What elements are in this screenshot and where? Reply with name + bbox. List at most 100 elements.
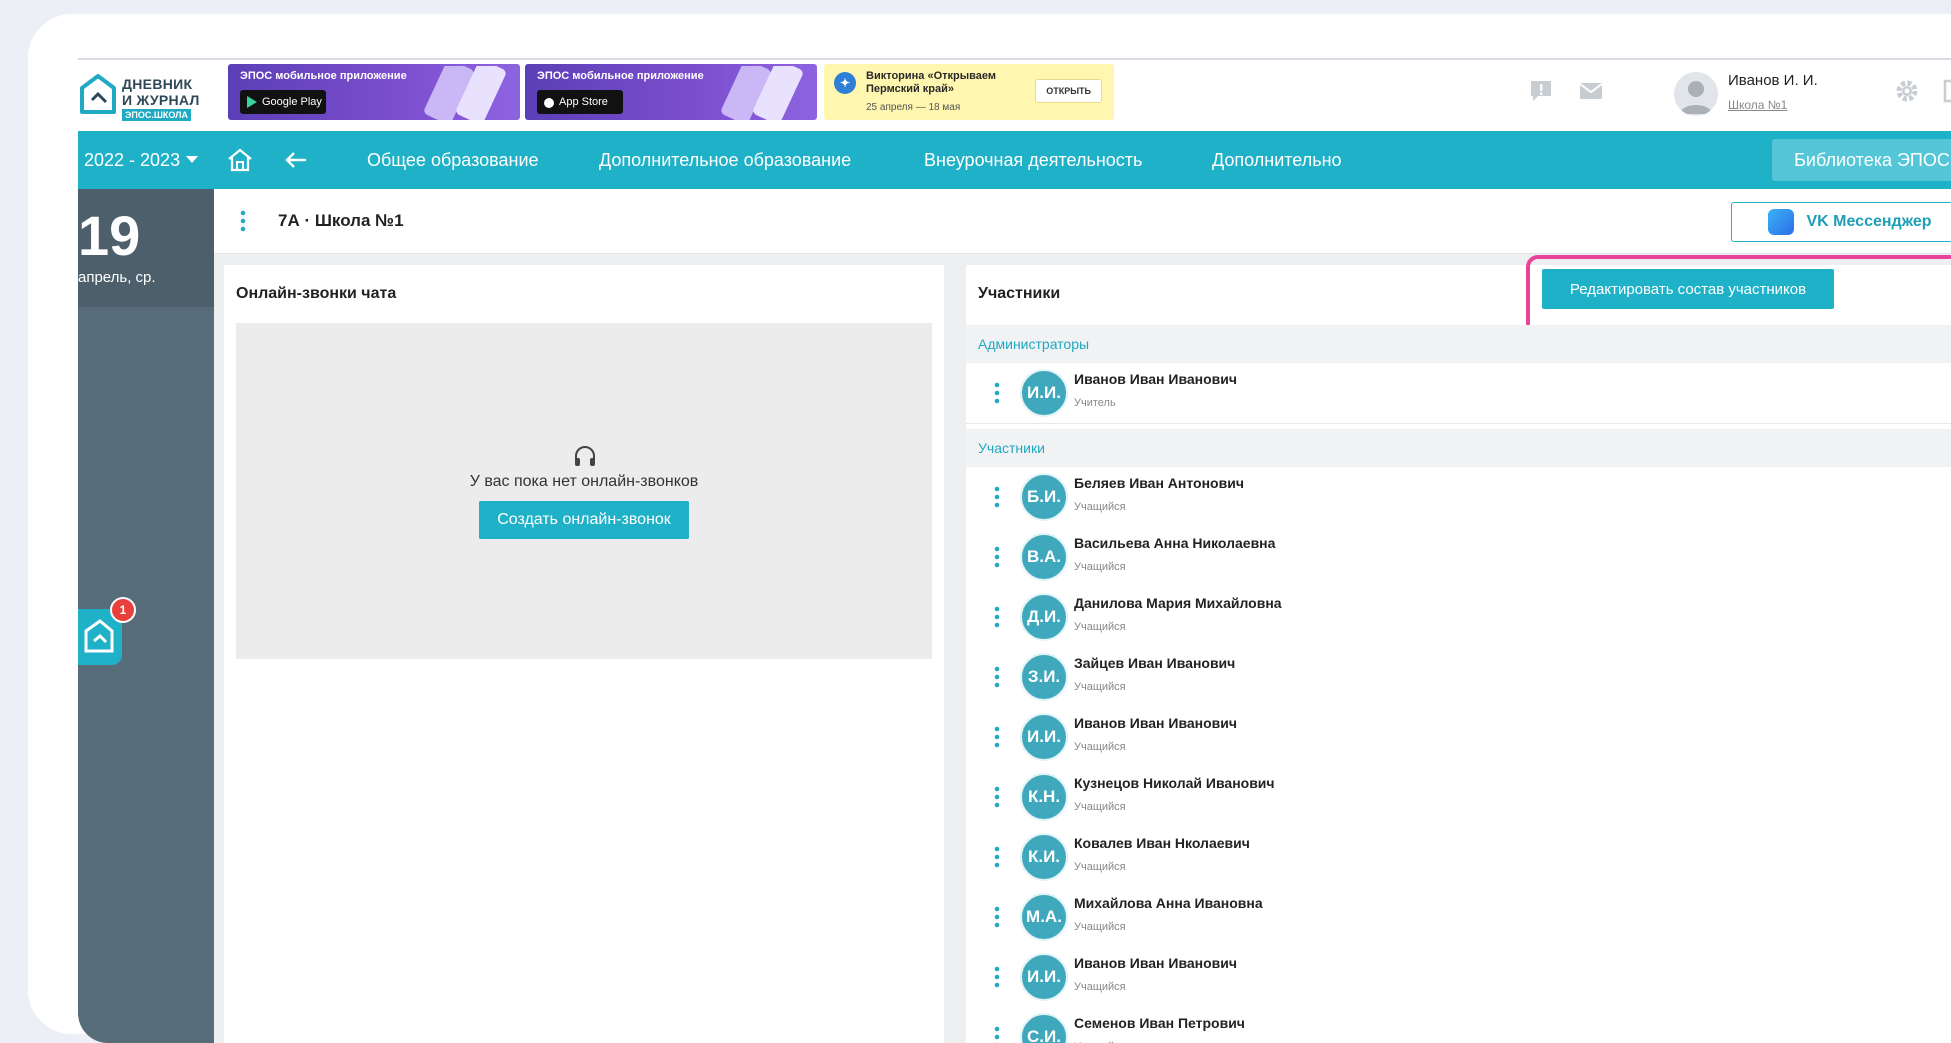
member-row[interactable]: И.И. Иванов Иван Иванович Учащийся	[966, 947, 1951, 1008]
main-nav: 2022 - 2023 Общее образование Дополнител…	[78, 131, 1951, 189]
app-store-banner[interactable]: ЭПОС мобильное приложение App Store	[525, 64, 817, 120]
calls-panel: Онлайн-звонки чата У вас пока нет онлайн…	[224, 265, 944, 1043]
member-avatar: М.А.	[1020, 893, 1068, 941]
member-row[interactable]: В.А. Васильева Анна Николаевна Учащийся	[966, 527, 1951, 588]
member-role: Учащийся	[1074, 861, 1126, 873]
logo-line2: И ЖУРНАЛ	[122, 92, 200, 108]
row-menu-icon[interactable]	[994, 485, 1000, 509]
member-avatar: К.Н.	[1020, 773, 1068, 821]
chat-title: 7А · Школа №1	[278, 211, 404, 231]
vk-messenger-button[interactable]: VK Мессенджер	[1731, 202, 1951, 242]
row-menu-icon[interactable]	[994, 785, 1000, 809]
calls-empty-text: У вас пока нет онлайн-звонков	[236, 473, 932, 491]
member-avatar: К.И.	[1020, 833, 1068, 881]
member-avatar: С.И.	[1020, 1013, 1068, 1043]
chat-menu-icon[interactable]	[240, 209, 246, 233]
member-row[interactable]: С.И. Семенов Иван Петрович Учащийся	[966, 1007, 1951, 1043]
member-avatar: Б.И.	[1020, 473, 1068, 521]
chat-header: 7А · Школа №1 VK Мессенджер	[214, 189, 1951, 254]
nav-additional-education[interactable]: Дополнительное образование	[599, 131, 851, 189]
row-menu-icon[interactable]	[994, 845, 1000, 869]
banner-caption: ЭПОС мобильное приложение	[240, 70, 407, 82]
row-menu-icon[interactable]	[994, 1025, 1000, 1043]
participants-panel: Участники Редактировать состав участнико…	[966, 265, 1951, 1043]
mail-icon[interactable]	[1578, 78, 1604, 104]
member-avatar: Д.И.	[1020, 593, 1068, 641]
participants-title: Участники	[978, 285, 1060, 303]
phones-illustration-icon	[701, 66, 811, 120]
member-row[interactable]: М.А. Михайлова Анна Ивановна Учащийся	[966, 887, 1951, 948]
back-arrow-icon[interactable]	[282, 146, 310, 174]
member-row[interactable]: З.И. Зайцев Иван Иванович Учащийся	[966, 647, 1951, 708]
app-screen: ДНЕВНИК И ЖУРНАЛ ЭПОС.ШКОЛА ЭПОС мобильн…	[78, 58, 1951, 1043]
vk-button-label: VK Мессенджер	[1806, 213, 1931, 231]
logout-icon[interactable]	[1942, 78, 1951, 104]
nav-general-education[interactable]: Общее образование	[367, 131, 539, 189]
edit-participants-button[interactable]: Редактировать состав участников	[1542, 269, 1834, 309]
app-store-badge: App Store	[537, 90, 623, 114]
member-name: Иванов Иван Иванович	[1074, 371, 1237, 387]
quiz-icon: ✦	[834, 72, 856, 94]
vk-messenger-icon	[1768, 209, 1794, 235]
device-frame: ДНЕВНИК И ЖУРНАЛ ЭПОС.ШКОЛА ЭПОС мобильн…	[28, 14, 1951, 1034]
date-subtitle: апрель, ср.	[78, 269, 156, 286]
member-row[interactable]: К.И. Ковалев Иван Нколаевич Учащийся	[966, 827, 1951, 888]
user-icon	[1674, 72, 1718, 116]
member-avatar: И.И.	[1020, 369, 1068, 417]
member-name: Иванов Иван Иванович	[1074, 715, 1237, 731]
phones-illustration-icon	[404, 66, 514, 120]
apple-icon	[543, 96, 555, 108]
year-selector[interactable]: 2022 - 2023	[78, 131, 198, 189]
member-role: Учитель	[1074, 397, 1116, 409]
member-name: Семенов Иван Петрович	[1074, 1015, 1245, 1031]
quiz-open-button[interactable]: ОТКРЫТЬ	[1035, 79, 1102, 103]
user-name[interactable]: Иванов И. И.	[1728, 72, 1818, 89]
member-name: Беляев Иван Антонович	[1074, 475, 1244, 491]
row-menu-icon[interactable]	[994, 545, 1000, 569]
headphones-icon	[572, 443, 598, 469]
top-bar: ДНЕВНИК И ЖУРНАЛ ЭПОС.ШКОЛА ЭПОС мобильн…	[78, 58, 1951, 133]
banner-caption: ЭПОС мобильное приложение	[537, 70, 704, 82]
member-row[interactable]: И.И. Иванов Иван Иванович Учащийся	[966, 707, 1951, 768]
member-avatar: И.И.	[1020, 953, 1068, 1001]
member-row[interactable]: К.Н. Кузнецов Николай Иванович Учащийся	[966, 767, 1951, 828]
row-menu-icon[interactable]	[994, 665, 1000, 689]
quiz-title: Викторина «Открываем Пермский край»	[866, 70, 1026, 96]
quiz-dates: 25 апреля — 18 мая	[866, 102, 960, 113]
member-name: Иванов Иван Иванович	[1074, 955, 1237, 971]
create-call-button[interactable]: Создать онлайн-звонок	[479, 501, 689, 539]
home-icon[interactable]	[226, 146, 254, 174]
logo-line1: ДНЕВНИК	[122, 76, 192, 92]
row-menu-icon[interactable]	[994, 905, 1000, 929]
left-sidebar: 19 апрель, ср. 1	[78, 189, 214, 1043]
nav-extracurricular[interactable]: Внеурочная деятельность	[924, 131, 1142, 189]
gear-icon[interactable]	[1894, 78, 1920, 104]
row-menu-icon[interactable]	[994, 965, 1000, 989]
user-school[interactable]: Школа №1	[1728, 98, 1787, 112]
nav-additional[interactable]: Дополнительно	[1212, 131, 1342, 189]
google-play-banner[interactable]: ЭПОС мобильное приложение Google Play	[228, 64, 520, 120]
member-avatar: В.А.	[1020, 533, 1068, 581]
member-role: Учащийся	[1074, 981, 1126, 993]
row-menu-icon[interactable]	[994, 725, 1000, 749]
house-logo-icon	[78, 72, 118, 118]
member-avatar: И.И.	[1020, 713, 1068, 761]
store-name: App Store	[559, 96, 608, 108]
feedback-icon[interactable]	[1528, 78, 1554, 104]
member-role: Учащийся	[1074, 681, 1126, 693]
date-widget: 19 апрель, ср.	[78, 189, 214, 307]
chat-content: 7А · Школа №1 VK Мессенджер Онлайн-звонк…	[214, 189, 1951, 1043]
logo[interactable]: ДНЕВНИК И ЖУРНАЛ ЭПОС.ШКОЛА	[78, 68, 208, 124]
user-avatar[interactable]	[1674, 72, 1718, 116]
row-menu-icon[interactable]	[994, 381, 1000, 405]
quiz-banner[interactable]: ✦ Викторина «Открываем Пермский край» 25…	[824, 64, 1114, 120]
play-icon	[246, 96, 258, 108]
row-menu-icon[interactable]	[994, 605, 1000, 629]
google-play-badge: Google Play	[240, 90, 326, 114]
member-name: Ковалев Иван Нколаевич	[1074, 835, 1250, 851]
calls-title: Онлайн-звонки чата	[236, 285, 396, 303]
library-button[interactable]: Библиотека ЭПОС	[1772, 139, 1951, 181]
member-row[interactable]: Б.И. Беляев Иван Антонович Учащийся	[966, 467, 1951, 528]
admin-row[interactable]: И.И. Иванов Иван Иванович Учитель	[966, 363, 1951, 424]
member-row[interactable]: Д.И. Данилова Мария Михайловна Учащийся	[966, 587, 1951, 648]
